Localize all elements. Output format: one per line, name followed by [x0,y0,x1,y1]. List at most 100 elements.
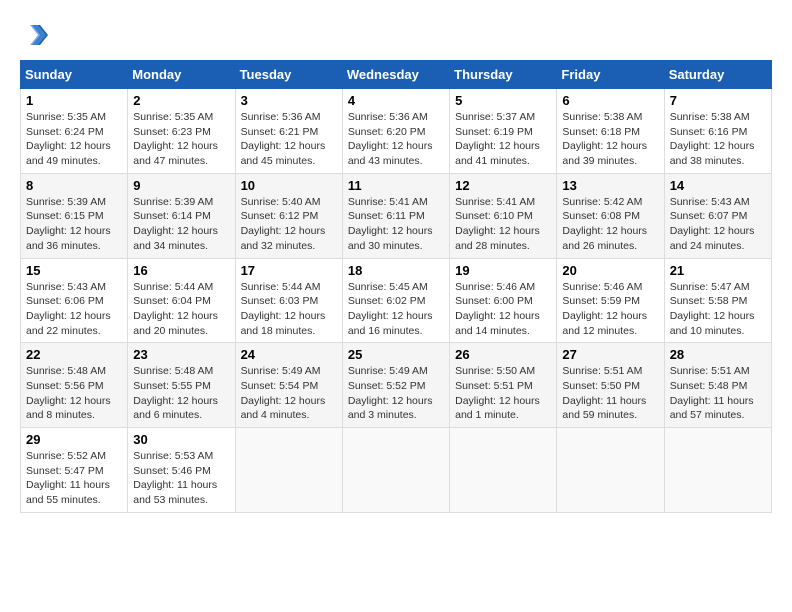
calendar-cell: 1 Sunrise: 5:35 AM Sunset: 6:24 PM Daylig… [21,89,128,174]
day-number: 12 [455,178,551,193]
cell-content: Sunrise: 5:49 AM Sunset: 5:52 PM Dayligh… [348,364,444,423]
day-number: 1 [26,93,122,108]
cell-content: Sunrise: 5:44 AM Sunset: 6:03 PM Dayligh… [241,280,337,339]
day-number: 6 [562,93,658,108]
day-number: 16 [133,263,229,278]
column-header-monday: Monday [128,61,235,89]
cell-content: Sunrise: 5:47 AM Sunset: 5:58 PM Dayligh… [670,280,766,339]
cell-content: Sunrise: 5:46 AM Sunset: 5:59 PM Dayligh… [562,280,658,339]
column-header-sunday: Sunday [21,61,128,89]
calendar-cell: 5 Sunrise: 5:37 AM Sunset: 6:19 PM Daylig… [450,89,557,174]
cell-content: Sunrise: 5:41 AM Sunset: 6:11 PM Dayligh… [348,195,444,254]
calendar-week-4: 22 Sunrise: 5:48 AM Sunset: 5:56 PM Dayli… [21,343,772,428]
calendar-cell: 28 Sunrise: 5:51 AM Sunset: 5:48 PM Dayli… [664,343,771,428]
calendar-cell: 8Sunrise: 5:39 AM Sunset: 6:15 PM Daylig… [21,173,128,258]
day-number: 7 [670,93,766,108]
calendar-cell: 3 Sunrise: 5:36 AM Sunset: 6:21 PM Daylig… [235,89,342,174]
calendar-cell: 21 Sunrise: 5:47 AM Sunset: 5:58 PM Dayli… [664,258,771,343]
day-number: 11 [348,178,444,193]
calendar-cell: 4 Sunrise: 5:36 AM Sunset: 6:20 PM Daylig… [342,89,449,174]
calendar-cell: 9 Sunrise: 5:39 AM Sunset: 6:14 PM Daylig… [128,173,235,258]
calendar-cell: 2 Sunrise: 5:35 AM Sunset: 6:23 PM Daylig… [128,89,235,174]
day-number: 5 [455,93,551,108]
day-number: 25 [348,347,444,362]
day-number: 13 [562,178,658,193]
day-number: 2 [133,93,229,108]
column-header-wednesday: Wednesday [342,61,449,89]
calendar-cell: 14 Sunrise: 5:43 AM Sunset: 6:07 PM Dayli… [664,173,771,258]
cell-content: Sunrise: 5:43 AM Sunset: 6:06 PM Dayligh… [26,280,122,339]
column-header-saturday: Saturday [664,61,771,89]
cell-content: Sunrise: 5:44 AM Sunset: 6:04 PM Dayligh… [133,280,229,339]
cell-content: Sunrise: 5:38 AM Sunset: 6:16 PM Dayligh… [670,110,766,169]
cell-content: Sunrise: 5:38 AM Sunset: 6:18 PM Dayligh… [562,110,658,169]
cell-content: Sunrise: 5:50 AM Sunset: 5:51 PM Dayligh… [455,364,551,423]
calendar-week-3: 15 Sunrise: 5:43 AM Sunset: 6:06 PM Dayli… [21,258,772,343]
day-number: 29 [26,432,122,447]
page-header [20,20,772,50]
calendar-cell: 23 Sunrise: 5:48 AM Sunset: 5:55 PM Dayli… [128,343,235,428]
day-number: 24 [241,347,337,362]
calendar-cell: 18 Sunrise: 5:45 AM Sunset: 6:02 PM Dayli… [342,258,449,343]
cell-content: Sunrise: 5:39 AM Sunset: 6:14 PM Dayligh… [133,195,229,254]
cell-content: Sunrise: 5:52 AM Sunset: 5:47 PM Dayligh… [26,449,122,508]
calendar-cell: 6 Sunrise: 5:38 AM Sunset: 6:18 PM Daylig… [557,89,664,174]
calendar-cell: 10 Sunrise: 5:40 AM Sunset: 6:12 PM Dayli… [235,173,342,258]
day-number: 23 [133,347,229,362]
calendar-table: SundayMondayTuesdayWednesdayThursdayFrid… [20,60,772,513]
cell-content: Sunrise: 5:35 AM Sunset: 6:23 PM Dayligh… [133,110,229,169]
logo-icon [20,20,50,50]
calendar-cell [235,428,342,513]
calendar-cell: 11 Sunrise: 5:41 AM Sunset: 6:11 PM Dayli… [342,173,449,258]
day-number: 18 [348,263,444,278]
cell-content: Sunrise: 5:43 AM Sunset: 6:07 PM Dayligh… [670,195,766,254]
cell-content: Sunrise: 5:35 AM Sunset: 6:24 PM Dayligh… [26,110,122,169]
calendar-cell [664,428,771,513]
calendar-cell: 17 Sunrise: 5:44 AM Sunset: 6:03 PM Dayli… [235,258,342,343]
day-number: 27 [562,347,658,362]
calendar-cell: 16 Sunrise: 5:44 AM Sunset: 6:04 PM Dayli… [128,258,235,343]
day-number: 22 [26,347,122,362]
cell-content: Sunrise: 5:36 AM Sunset: 6:21 PM Dayligh… [241,110,337,169]
cell-content: Sunrise: 5:51 AM Sunset: 5:48 PM Dayligh… [670,364,766,423]
cell-content: Sunrise: 5:36 AM Sunset: 6:20 PM Dayligh… [348,110,444,169]
calendar-cell: 13Sunrise: 5:42 AM Sunset: 6:08 PM Dayli… [557,173,664,258]
calendar-cell: 27 Sunrise: 5:51 AM Sunset: 5:50 PM Dayli… [557,343,664,428]
calendar-cell: 15 Sunrise: 5:43 AM Sunset: 6:06 PM Dayli… [21,258,128,343]
day-number: 30 [133,432,229,447]
calendar-week-1: 1 Sunrise: 5:35 AM Sunset: 6:24 PM Daylig… [21,89,772,174]
day-number: 4 [348,93,444,108]
calendar-cell: 7 Sunrise: 5:38 AM Sunset: 6:16 PM Daylig… [664,89,771,174]
day-number: 14 [670,178,766,193]
calendar-cell [342,428,449,513]
day-number: 9 [133,178,229,193]
logo [20,20,54,50]
cell-content: Sunrise: 5:48 AM Sunset: 5:55 PM Dayligh… [133,364,229,423]
cell-content: Sunrise: 5:37 AM Sunset: 6:19 PM Dayligh… [455,110,551,169]
cell-content: Sunrise: 5:40 AM Sunset: 6:12 PM Dayligh… [241,195,337,254]
cell-content: Sunrise: 5:51 AM Sunset: 5:50 PM Dayligh… [562,364,658,423]
calendar-cell: 24Sunrise: 5:49 AM Sunset: 5:54 PM Dayli… [235,343,342,428]
day-number: 3 [241,93,337,108]
calendar-cell: 26Sunrise: 5:50 AM Sunset: 5:51 PM Dayli… [450,343,557,428]
day-number: 15 [26,263,122,278]
calendar-cell [557,428,664,513]
calendar-cell: 20 Sunrise: 5:46 AM Sunset: 5:59 PM Dayli… [557,258,664,343]
cell-content: Sunrise: 5:45 AM Sunset: 6:02 PM Dayligh… [348,280,444,339]
header-row: SundayMondayTuesdayWednesdayThursdayFrid… [21,61,772,89]
calendar-cell: 12 Sunrise: 5:41 AM Sunset: 6:10 PM Dayli… [450,173,557,258]
day-number: 20 [562,263,658,278]
calendar-cell [450,428,557,513]
calendar-cell: 29 Sunrise: 5:52 AM Sunset: 5:47 PM Dayli… [21,428,128,513]
calendar-cell: 19Sunrise: 5:46 AM Sunset: 6:00 PM Dayli… [450,258,557,343]
calendar-week-5: 29 Sunrise: 5:52 AM Sunset: 5:47 PM Dayli… [21,428,772,513]
column-header-tuesday: Tuesday [235,61,342,89]
cell-content: Sunrise: 5:46 AM Sunset: 6:00 PM Dayligh… [455,280,551,339]
cell-content: Sunrise: 5:41 AM Sunset: 6:10 PM Dayligh… [455,195,551,254]
cell-content: Sunrise: 5:48 AM Sunset: 5:56 PM Dayligh… [26,364,122,423]
day-number: 17 [241,263,337,278]
day-number: 10 [241,178,337,193]
day-number: 21 [670,263,766,278]
day-number: 28 [670,347,766,362]
column-header-thursday: Thursday [450,61,557,89]
